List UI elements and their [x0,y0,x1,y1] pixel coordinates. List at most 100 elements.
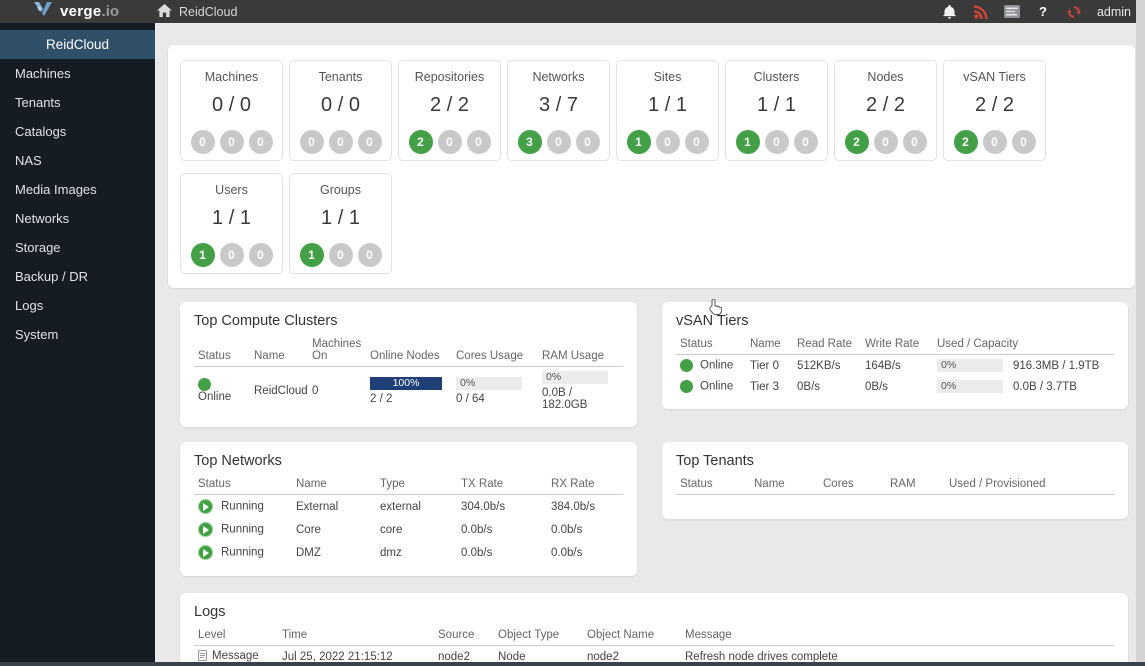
status-badge[interactable]: 0 [466,130,491,154]
sidebar-item-logs[interactable]: Logs [0,291,155,320]
stat-card-nodes[interactable]: Nodes 2 / 2 2 0 0 [834,60,937,161]
breadcrumb[interactable]: ReidCloud [157,3,237,20]
brand-logo[interactable]: verge .io [33,1,119,22]
column-header: RAM [886,476,945,495]
status-badge[interactable]: 0 [219,130,244,154]
tx-rate: 0.0b/s [461,546,493,559]
cores-usage-cell: 0% 0 / 64 [452,367,538,416]
status-badge[interactable]: 0 [248,130,273,154]
breadcrumb-label[interactable]: ReidCloud [179,5,237,19]
topbar-actions: ? admin [942,4,1131,20]
machines-on: 0 [312,385,319,397]
tier-name: Tier 3 [750,380,779,393]
stat-card-groups[interactable]: Groups 1 / 1 1 0 0 [289,173,392,274]
status-badge[interactable]: 0 [357,243,382,267]
status-badge[interactable]: 0 [655,130,680,154]
stat-card-sites[interactable]: Sites 1 / 1 1 0 0 [616,60,719,161]
table-row[interactable]: Online Tier 3 0B/s 0B/s 0% 0.0B / 3.7TB [676,376,1114,397]
stat-card-repositories[interactable]: Repositories 2 / 2 2 0 0 [398,60,501,161]
table-row[interactable]: Running Core core 0.0b/s 0.0b/s [194,518,623,541]
panel-title-vsan-tiers[interactable]: vSAN Tiers [676,313,1114,329]
status-badge[interactable]: 3 [517,130,542,154]
status-badge[interactable]: 0 [357,130,382,154]
stat-title: Users [215,183,248,197]
status-label: Online [700,380,734,393]
status-badge[interactable]: 0 [219,243,244,267]
status-badge[interactable]: 1 [190,243,215,267]
sidebar-item-media-images[interactable]: Media Images [0,175,155,204]
status-badge[interactable]: 0 [299,130,324,154]
status-badge[interactable]: 1 [299,243,324,267]
scrollbar[interactable] [1136,0,1145,666]
panel-title-top-tenants[interactable]: Top Tenants [676,453,1114,469]
sidebar-item-nas[interactable]: NAS [0,146,155,175]
status-badge[interactable]: 0 [437,130,462,154]
stat-value: 1 / 1 [212,207,251,229]
column-header: Name [250,336,308,367]
stat-card-machines[interactable]: Machines 0 / 0 0 0 0 [180,60,283,161]
stat-title: Networks [532,70,585,84]
sidebar-item-machines[interactable]: Machines [0,59,155,88]
column-header: Status [676,336,746,355]
sidebar-item-networks[interactable]: Networks [0,204,155,233]
status-badge[interactable]: 0 [764,130,789,154]
status-badge[interactable]: 2 [408,130,433,154]
read-rate: 512KB/s [797,359,841,372]
used-capacity-cell: 0% 916.3MB / 1.9TB [933,355,1114,377]
progress-bar: 0% [456,377,522,390]
status-badge[interactable]: 0 [190,130,215,154]
status-badge[interactable]: 1 [735,130,760,154]
sidebar-item-storage[interactable]: Storage [0,233,155,262]
write-rate: 164B/s [865,359,901,372]
stat-card-vsan-tiers[interactable]: vSAN Tiers 2 / 2 2 0 0 [943,60,1046,161]
rx-rate: 384.0b/s [551,500,596,513]
stat-card-networks[interactable]: Networks 3 / 7 3 0 0 [507,60,610,161]
sidebar-item-backup-dr[interactable]: Backup / DR [0,262,155,291]
network-type: external [380,500,421,513]
status-badge[interactable]: 1 [626,130,651,154]
read-rate: 0B/s [797,380,821,393]
stat-card-users[interactable]: Users 1 / 1 1 0 0 [180,173,283,274]
status-badge[interactable]: 0 [982,130,1007,154]
status-badge[interactable]: 0 [793,130,818,154]
status-badge[interactable]: 0 [546,130,571,154]
status-badge[interactable]: 2 [953,130,978,154]
table-row[interactable]: Running DMZ dmz 0.0b/s 0.0b/s [194,541,623,564]
panel-title-top-networks[interactable]: Top Networks [194,453,623,469]
ram-usage-value: 0.0B / 182.0GB [542,387,588,411]
column-header: Object Type [494,627,583,646]
bell-icon[interactable] [942,4,958,20]
table-row[interactable]: Online ReidCloud 0 100% 2 / 2 0% 0 / 64 … [194,367,623,416]
status-badge[interactable]: 2 [844,130,869,154]
log-list-icon[interactable] [1003,4,1020,20]
stat-card-tenants[interactable]: Tenants 0 / 0 0 0 0 [289,60,392,161]
column-header: Read Rate [793,336,861,355]
sidebar-item-system[interactable]: System [0,320,155,349]
status-badge[interactable]: 0 [684,130,709,154]
sidebar-item-catalogs[interactable]: Catalogs [0,117,155,146]
rss-icon[interactable] [973,4,989,20]
help-icon[interactable]: ? [1035,4,1051,20]
progress-bar: 0% [937,380,1003,393]
status-badge[interactable]: 0 [575,130,600,154]
status-badge[interactable]: 0 [1011,130,1036,154]
status-badge[interactable]: 0 [902,130,927,154]
home-icon[interactable] [157,3,172,20]
online-status-icon [198,378,211,392]
status-badge[interactable]: 0 [873,130,898,154]
sidebar-item-tenants[interactable]: Tenants [0,88,155,117]
stat-card-clusters[interactable]: Clusters 1 / 1 1 0 0 [725,60,828,161]
status-badge[interactable]: 0 [328,130,353,154]
table-row[interactable]: Online Tier 0 512KB/s 164B/s 0% 916.3MB … [676,355,1114,377]
status-badge[interactable]: 0 [248,243,273,267]
sidebar-header[interactable]: ReidCloud [0,30,155,59]
table-row[interactable]: Running External external 304.0b/s 384.0… [194,495,623,519]
refresh-icon[interactable] [1066,4,1082,20]
panel-title-compute-clusters[interactable]: Top Compute Clusters [194,313,623,329]
network-type: dmz [380,546,402,559]
column-header: Name [750,476,819,495]
user-menu[interactable]: admin [1097,5,1131,19]
panel-title-logs[interactable]: Logs [194,604,1114,620]
status-badge[interactable]: 0 [328,243,353,267]
stat-value: 2 / 2 [866,94,905,116]
